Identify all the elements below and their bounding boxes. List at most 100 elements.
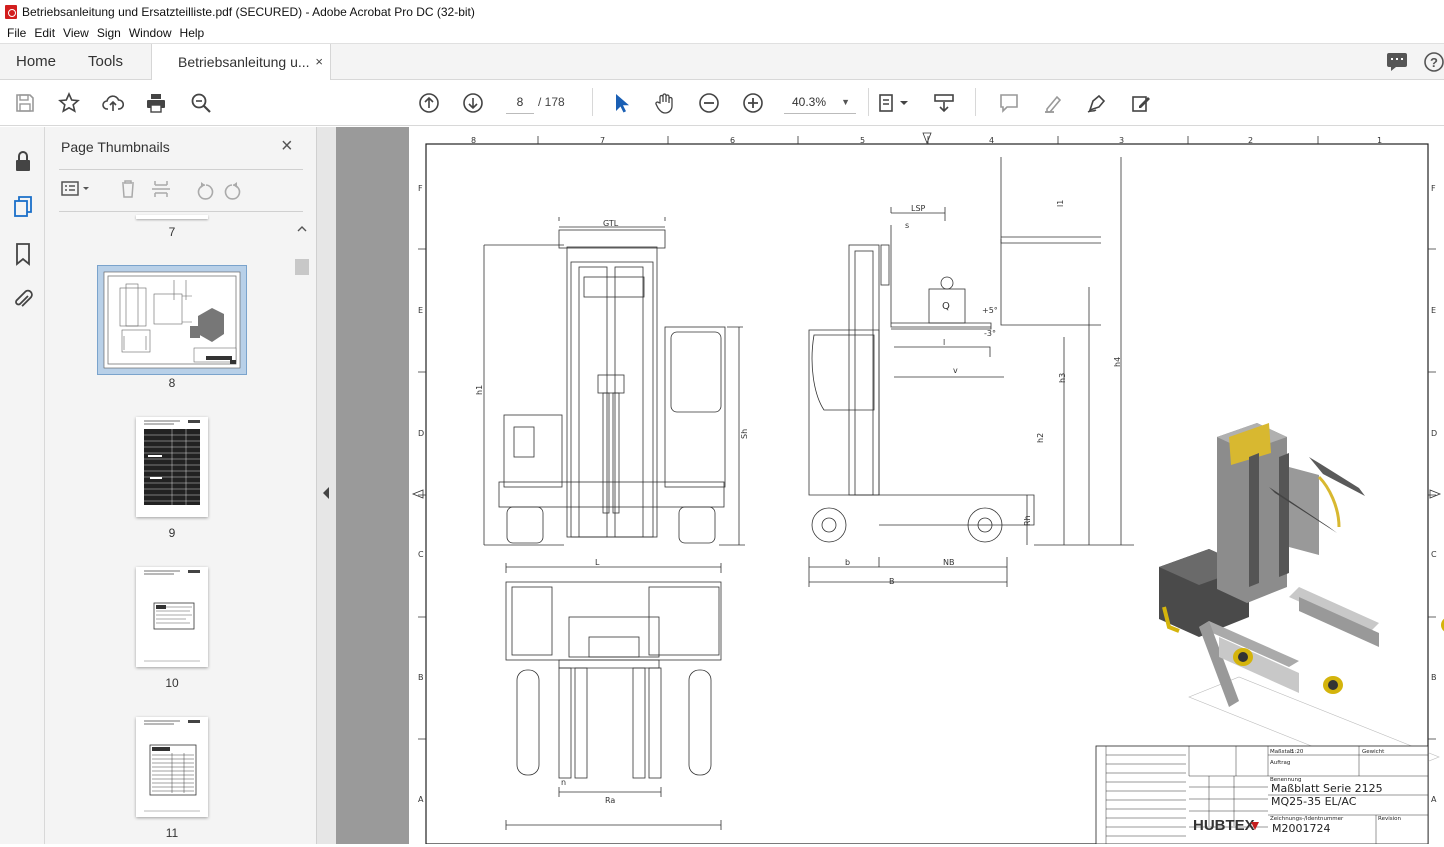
menu-sign[interactable]: Sign — [97, 26, 121, 40]
navigation-rail — [0, 127, 45, 844]
zoom-value: 40.3% — [792, 95, 827, 109]
dim-label: B — [889, 577, 895, 586]
thumbnail-page-10[interactable] — [136, 567, 208, 667]
dim-label: NB — [943, 558, 954, 567]
row-label: F — [418, 184, 423, 193]
panel-collapse-handle[interactable] — [317, 127, 336, 844]
menu-help[interactable]: Help — [180, 26, 205, 40]
extract-page-icon — [152, 181, 170, 197]
bookmarks-icon[interactable] — [11, 242, 35, 266]
find-zoom-icon[interactable] — [189, 91, 213, 115]
dim-label: h2 — [1036, 433, 1045, 443]
column-label: 1 — [1377, 136, 1382, 145]
row-label: D — [1431, 429, 1437, 438]
toolbar-divider — [868, 88, 869, 116]
document-viewer[interactable]: 8 7 6 5 4 3 2 1 F E D C B A F E D C B A — [336, 127, 1444, 844]
dim-label: Q — [942, 301, 950, 312]
row-label: C — [418, 550, 424, 559]
dim-label: b — [845, 558, 850, 567]
thumbnail-label: 7 — [168, 225, 176, 239]
thumbnail-label: 8 — [168, 376, 176, 390]
technical-drawing: 8 7 6 5 4 3 2 1 F E D C B A F E D C B A — [411, 132, 1444, 844]
dim-label: Ra — [605, 796, 615, 805]
toolbar-divider — [975, 88, 976, 116]
highlight-pen-icon[interactable] — [1041, 91, 1065, 115]
menu-edit[interactable]: Edit — [34, 26, 55, 40]
dim-label: n — [561, 778, 566, 787]
delete-page-icon — [122, 180, 134, 198]
dim-label: l1 — [1056, 200, 1065, 207]
tab-close-icon[interactable]: × — [315, 44, 323, 80]
close-panel-icon[interactable]: × — [281, 135, 293, 158]
thumbnail-page-7[interactable] — [136, 215, 208, 219]
row-label: B — [418, 673, 424, 682]
page-thumbnails-icon[interactable] — [11, 195, 35, 219]
thumbnail-tools — [59, 177, 289, 201]
thumbnail-label: 11 — [165, 826, 179, 840]
dim-label: Sh — [740, 429, 749, 439]
dim-label: h3 — [1058, 373, 1067, 383]
thumbnail-scrollbar[interactable] — [293, 219, 311, 841]
row-label: B — [1431, 673, 1437, 682]
attachments-paperclip-icon[interactable] — [11, 288, 35, 312]
page-number-input[interactable]: 8 — [506, 90, 534, 114]
menu-window[interactable]: Window — [129, 26, 172, 40]
dim-label: v — [953, 366, 958, 375]
tab-bar: Home Tools Betriebsanleitung u... × ? — [0, 43, 1444, 81]
edit-redact-icon[interactable] — [1129, 91, 1153, 115]
hubtex-logo: HUBTEX — [1193, 817, 1255, 834]
tab-home[interactable]: Home — [16, 44, 56, 80]
row-label: C — [1431, 550, 1437, 559]
column-label: 8 — [471, 136, 476, 145]
thumbnail-page-11[interactable] — [136, 717, 208, 817]
thumbnail-page-8-selected[interactable] — [97, 265, 247, 375]
dim-label: LSP — [911, 204, 926, 213]
hand-tool-icon[interactable] — [653, 91, 677, 115]
row-label: D — [418, 429, 424, 438]
page-fit-dropdown-icon[interactable] — [898, 91, 910, 115]
menu-view[interactable]: View — [63, 26, 89, 40]
bookmark-star-icon[interactable] — [57, 91, 81, 115]
drawing-title-line2: MQ25-35 EL/AC — [1271, 795, 1357, 808]
zoom-out-icon[interactable] — [697, 91, 721, 115]
title-bar: Betriebsanleitung und Ersatzteilliste.pd… — [0, 0, 1444, 23]
thumbnail-page-9[interactable] — [136, 417, 208, 517]
zoom-dropdown-icon: ▼ — [841, 97, 850, 107]
previous-page-icon[interactable] — [417, 91, 441, 115]
thumbnail-options-icon — [61, 181, 89, 196]
next-page-icon[interactable] — [461, 91, 485, 115]
help-icon[interactable]: ? — [1424, 52, 1444, 72]
dim-label: l — [943, 338, 945, 347]
dim-label: +5° — [982, 306, 998, 315]
comment-bubble-icon[interactable] — [1386, 52, 1408, 72]
dim-label: GTL — [603, 219, 619, 228]
side-view — [808, 157, 1134, 587]
dim-label: L — [595, 558, 600, 567]
lock-icon[interactable] — [11, 149, 35, 173]
tab-tools[interactable]: Tools — [88, 44, 123, 80]
dim-label: -3° — [984, 329, 996, 338]
save-icon[interactable] — [13, 91, 37, 115]
add-comment-icon[interactable] — [997, 91, 1021, 115]
page-thumbnails-panel: Page Thumbnails × 7 8 9 10 11 — [45, 127, 317, 844]
top-view — [505, 563, 722, 830]
row-label: A — [1431, 795, 1437, 804]
page-fit-icon[interactable] — [876, 91, 900, 115]
column-label: 7 — [600, 136, 605, 145]
drawing-title-line1: Maßblatt Serie 2125 — [1271, 782, 1383, 795]
title-block-label: Gewicht — [1362, 749, 1385, 755]
zoom-level-select[interactable]: 40.3% ▼ — [784, 90, 856, 114]
select-arrow-icon[interactable] — [609, 91, 633, 115]
toolbar-divider — [592, 88, 593, 116]
column-label: 4 — [989, 136, 994, 145]
title-block-label: Auftrag — [1270, 760, 1290, 766]
menu-file[interactable]: File — [7, 26, 26, 40]
title-block: Maßstab 1:20 Gewicht Auftrag Benennung M… — [1095, 745, 1429, 844]
print-icon[interactable] — [144, 91, 168, 115]
upload-cloud-icon[interactable] — [101, 91, 125, 115]
tab-document[interactable]: Betriebsanleitung u... × — [151, 44, 331, 81]
scrolling-mode-icon[interactable] — [932, 91, 956, 115]
title-block-label: Revision — [1378, 816, 1401, 822]
zoom-in-icon[interactable] — [741, 91, 765, 115]
sign-pen-icon[interactable] — [1085, 91, 1109, 115]
